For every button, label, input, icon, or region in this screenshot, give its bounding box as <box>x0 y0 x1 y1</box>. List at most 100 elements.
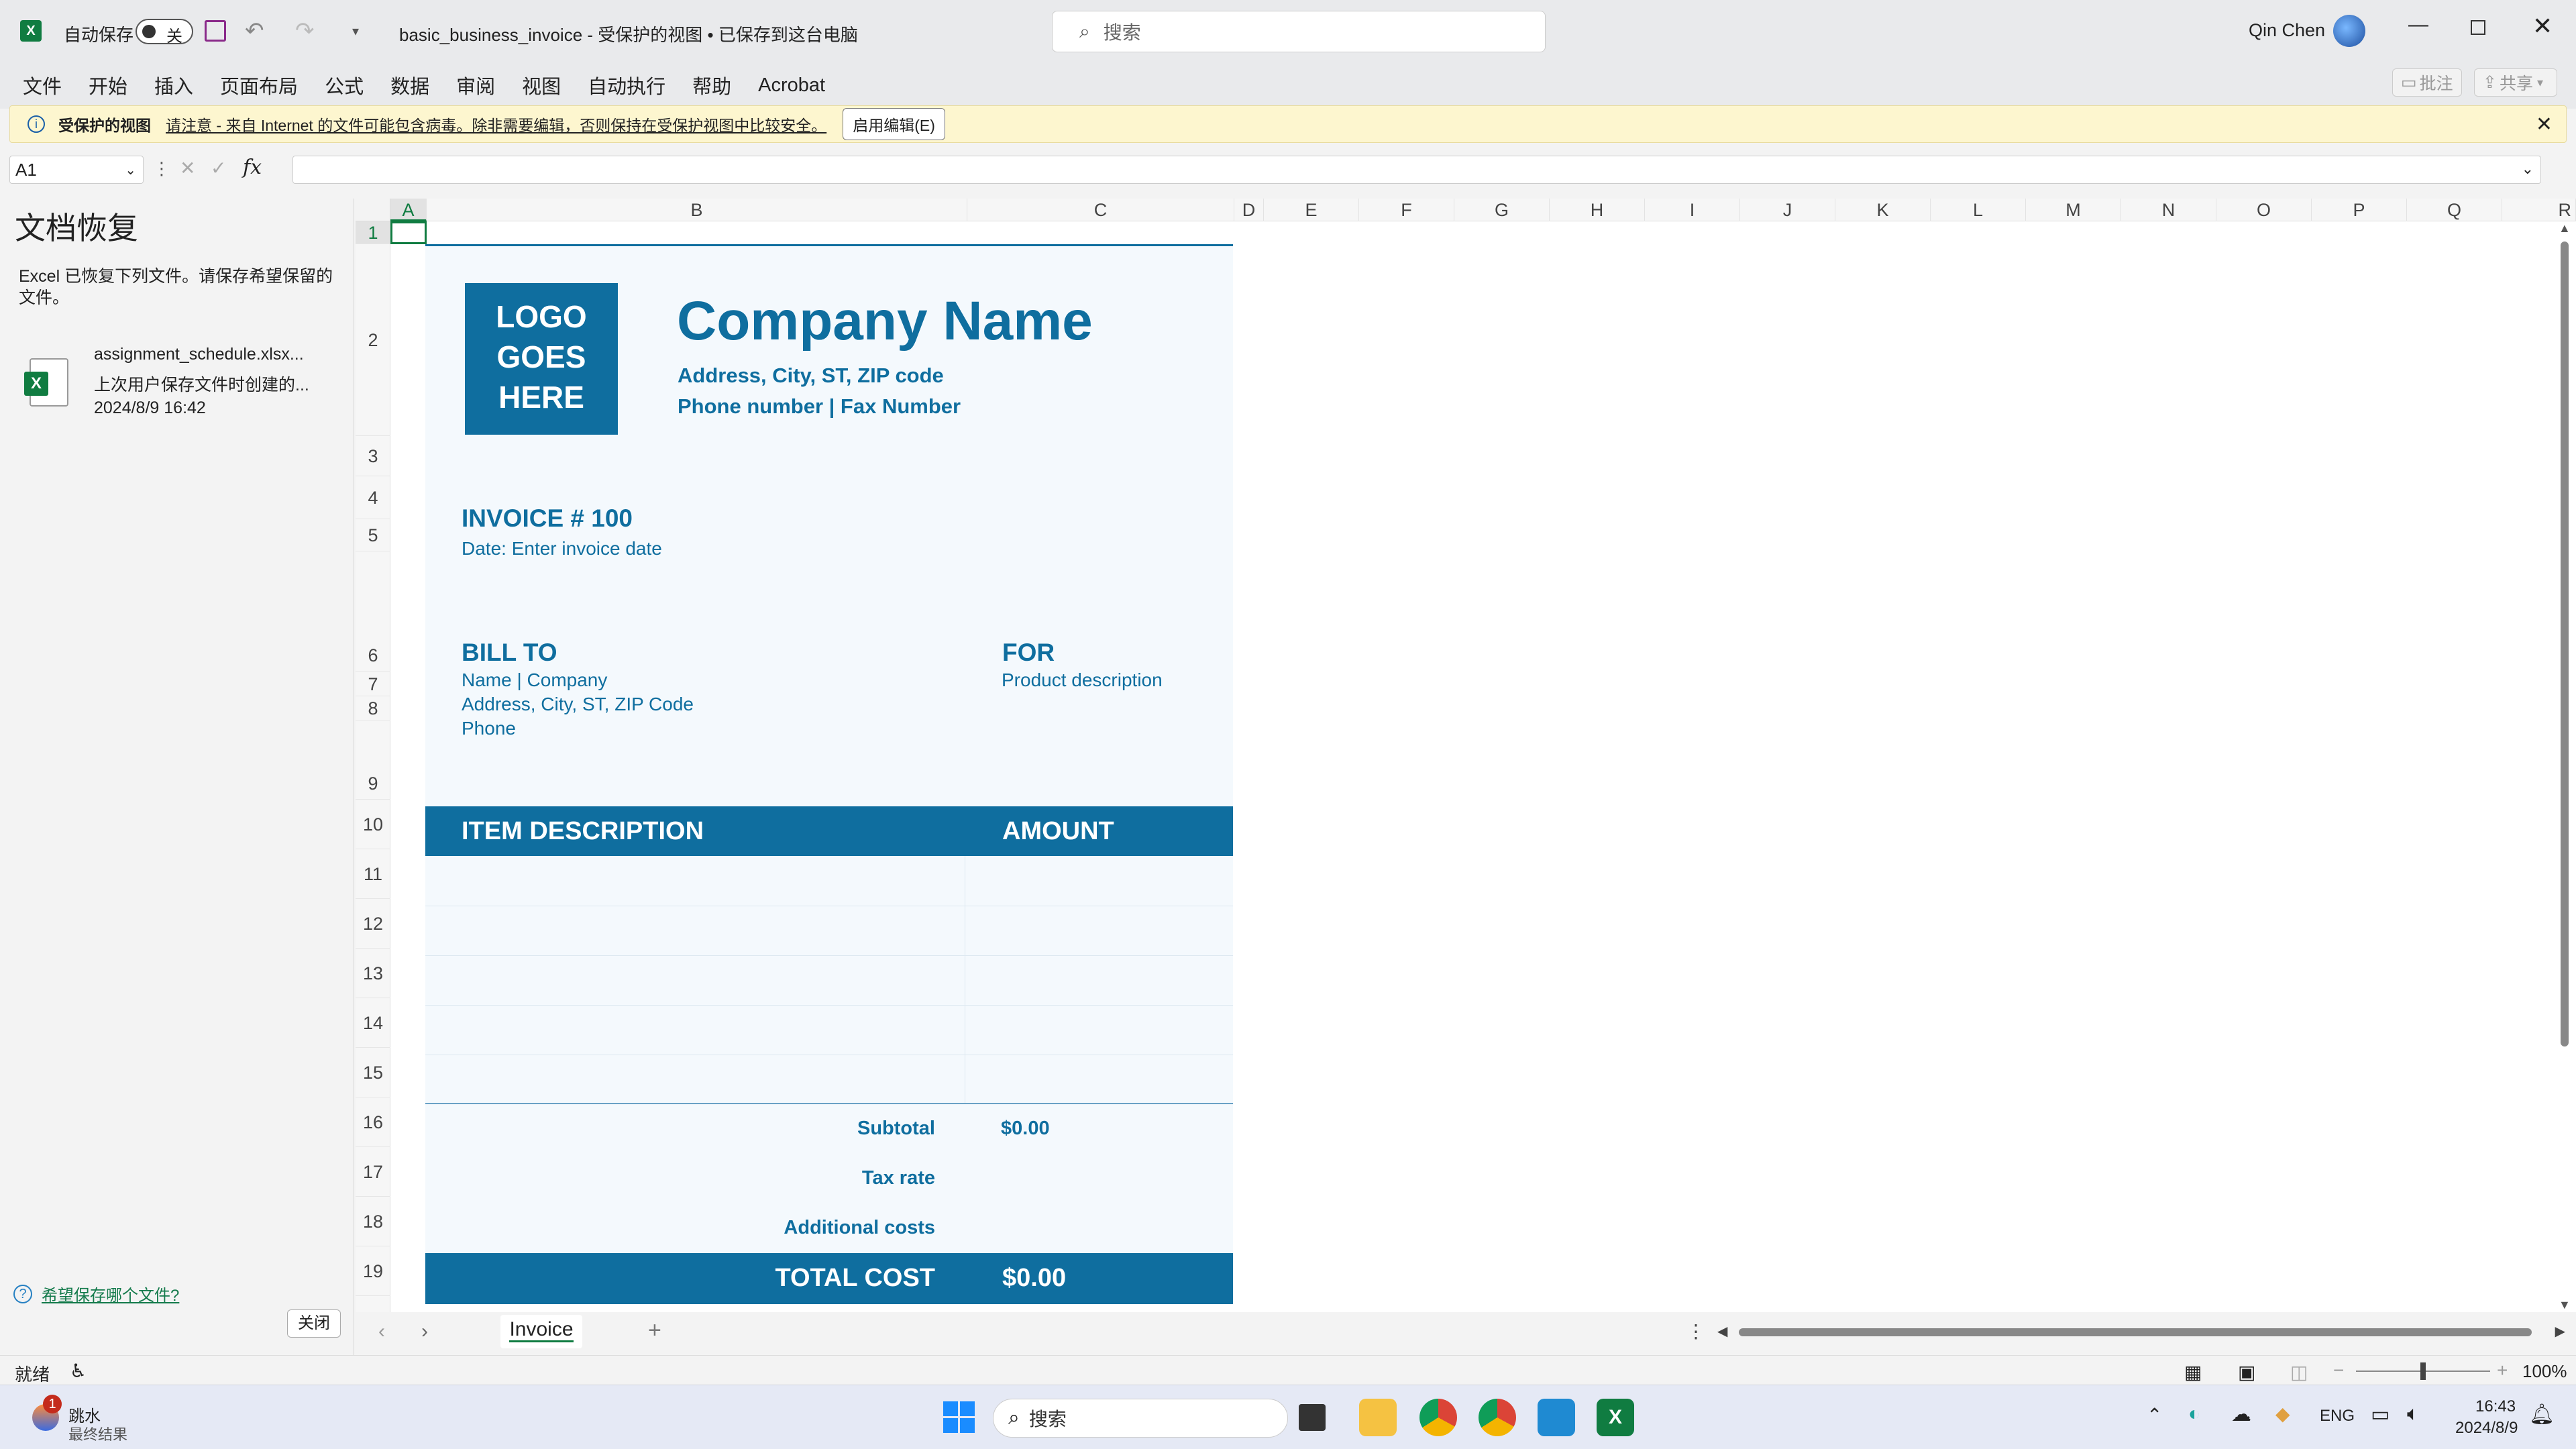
zoom-slider[interactable] <box>2356 1362 2490 1380</box>
zoom-out-icon[interactable]: − <box>2333 1360 2344 1381</box>
close-protected-bar-icon[interactable]: ✕ <box>2536 113 2553 136</box>
column-header-b[interactable]: B <box>427 199 967 221</box>
close-window-button[interactable]: ✕ <box>2532 12 2553 40</box>
tab-help[interactable]: 帮助 <box>692 71 731 99</box>
undo-icon[interactable]: ↶ <box>245 17 264 44</box>
more-options-icon[interactable]: ⋮ <box>1686 1320 1705 1342</box>
formula-input[interactable]: ⌄ <box>292 156 2541 184</box>
row-header-18[interactable]: 18 <box>356 1197 390 1246</box>
user-name[interactable]: Qin Chen <box>2249 20 2325 41</box>
protected-message[interactable]: 请注意 - 来自 Internet 的文件可能包含病毒。除非需要编辑，否则保持在… <box>166 113 826 136</box>
scroll-up-icon[interactable]: ▲ <box>2559 221 2571 235</box>
sheet-tab-invoice[interactable]: Invoice <box>500 1315 582 1348</box>
zoom-level[interactable]: 100% <box>2522 1361 2567 1382</box>
column-header-n[interactable]: N <box>2121 199 2216 221</box>
row-header-6[interactable]: 6 <box>356 551 390 672</box>
volume-icon[interactable]: 🔈︎ <box>2407 1403 2419 1426</box>
chrome-icon[interactable] <box>1419 1399 1457 1436</box>
column-header-d[interactable]: D <box>1234 199 1264 221</box>
page-break-view-icon[interactable]: ◫ <box>2290 1361 2308 1383</box>
excel-taskbar-icon[interactable]: X <box>1597 1399 1634 1436</box>
row-header-11[interactable]: 11 <box>356 849 390 899</box>
row-header-14[interactable]: 14 <box>356 998 390 1048</box>
row-header-17[interactable]: 17 <box>356 1147 390 1197</box>
vertical-scrollbar[interactable]: ▲ ▼ <box>2555 221 2575 1312</box>
tab-data[interactable]: 数据 <box>390 71 429 99</box>
vscode-icon[interactable] <box>1538 1399 1575 1436</box>
tab-file[interactable]: 文件 <box>23 71 62 99</box>
autosave-toggle[interactable]: 关 <box>136 19 193 46</box>
close-pane-button[interactable]: 关闭 <box>287 1309 341 1338</box>
start-button[interactable] <box>943 1401 975 1434</box>
column-header-h[interactable]: H <box>1550 199 1645 221</box>
item-rows[interactable] <box>425 856 1233 1104</box>
cancel-icon[interactable]: ✕ <box>180 157 195 179</box>
network-icon[interactable]: ▭ <box>2371 1403 2390 1426</box>
recovered-file-item[interactable]: X assignment_schedule.xlsx... 上次用户保存文件时创… <box>9 339 345 427</box>
horizontal-scrollbar[interactable]: ◀ ▶ <box>1717 1323 2565 1343</box>
tab-insert[interactable]: 插入 <box>154 71 193 99</box>
column-header-k[interactable]: K <box>1835 199 1931 221</box>
tab-page-layout[interactable]: 页面布局 <box>220 71 298 99</box>
column-header-i[interactable]: I <box>1645 199 1740 221</box>
page-layout-view-icon[interactable]: ▣ <box>2238 1361 2255 1383</box>
minimize-button[interactable]: — <box>2408 13 2428 36</box>
search-box[interactable]: ⌕ 搜索 <box>1052 11 1546 52</box>
select-all-corner[interactable] <box>356 199 390 221</box>
column-header-l[interactable]: L <box>1931 199 2026 221</box>
chrome-profile-icon[interactable] <box>1479 1399 1516 1436</box>
tab-home[interactable]: 开始 <box>89 71 127 99</box>
row-header-12[interactable]: 12 <box>356 899 390 949</box>
share-button[interactable]: ⇪ 共享 ▾ <box>2474 68 2557 97</box>
tab-view[interactable]: 视图 <box>522 71 561 99</box>
save-icon[interactable] <box>205 20 226 42</box>
document-title[interactable]: basic_business_invoice - 受保护的视图 • 已保存到这台… <box>399 21 858 46</box>
column-header-e[interactable]: E <box>1264 199 1359 221</box>
column-header-m[interactable]: M <box>2026 199 2121 221</box>
language-indicator[interactable]: ENG <box>2320 1407 2355 1426</box>
tab-formulas[interactable]: 公式 <box>325 71 364 99</box>
row-header-16[interactable]: 16 <box>356 1097 390 1147</box>
column-header-q[interactable]: Q <box>2407 199 2502 221</box>
prev-sheet-icon[interactable]: ‹ <box>378 1320 385 1343</box>
insert-function-icon[interactable]: fx <box>243 156 262 179</box>
clock-date[interactable]: 2024/8/9 <box>2455 1419 2518 1438</box>
worksheet-grid[interactable]: A B C D E F G H I J K L M N O P Q R 1 2 … <box>356 199 2576 1312</box>
row-header-9[interactable]: 9 <box>356 720 390 800</box>
expand-formula-icon[interactable]: ⌄ <box>2522 160 2534 178</box>
row-header-13[interactable]: 13 <box>356 949 390 998</box>
column-header-a[interactable]: A <box>390 199 427 221</box>
redo-icon[interactable]: ↷ <box>295 17 315 44</box>
show-hidden-icons[interactable]: ⌃ <box>2147 1404 2162 1426</box>
edge-icon[interactable]: ◐ <box>2188 1403 2200 1426</box>
normal-view-icon[interactable]: ▦ <box>2184 1361 2202 1383</box>
tab-automate[interactable]: 自动执行 <box>588 71 665 99</box>
task-view-icon[interactable] <box>1299 1404 1326 1431</box>
add-sheet-icon[interactable]: + <box>648 1318 661 1344</box>
row-header-19[interactable]: 19 <box>356 1246 390 1296</box>
row-header-15[interactable]: 15 <box>356 1048 390 1097</box>
next-sheet-icon[interactable]: › <box>421 1320 428 1343</box>
scrollbar-thumb[interactable] <box>2561 241 2569 1046</box>
help-link[interactable]: ? 希望保存哪个文件? <box>13 1282 179 1305</box>
accessibility-icon[interactable]: ♿ <box>70 1360 87 1382</box>
taskbar-search[interactable]: ⌕ 搜索 <box>993 1399 1288 1438</box>
restore-button[interactable] <box>2471 20 2485 35</box>
row-header-5[interactable]: 5 <box>356 519 390 551</box>
row-header-1[interactable]: 1 <box>356 221 390 244</box>
column-header-o[interactable]: O <box>2216 199 2312 221</box>
file-explorer-icon[interactable] <box>1359 1399 1397 1436</box>
notification-bell-icon[interactable]: 🔔︎ <box>2529 1403 2555 1426</box>
row-header-3[interactable]: 3 <box>356 436 390 476</box>
scroll-right-icon[interactable]: ▶ <box>2555 1323 2565 1340</box>
selected-cell-a1[interactable] <box>390 221 427 244</box>
horizontal-scrollbar-thumb[interactable] <box>1739 1328 2532 1336</box>
onedrive-icon[interactable]: ☁ <box>2231 1403 2251 1426</box>
zoom-in-icon[interactable]: + <box>2497 1360 2508 1381</box>
row-header-10[interactable]: 10 <box>356 800 390 849</box>
name-box[interactable]: A1 ⌄ <box>9 156 144 184</box>
column-header-p[interactable]: P <box>2312 199 2407 221</box>
comments-button[interactable]: ▭ 批注 <box>2392 68 2462 97</box>
avatar[interactable] <box>2333 15 2365 47</box>
enable-editing-button[interactable]: 启用编辑(E) <box>843 108 945 140</box>
